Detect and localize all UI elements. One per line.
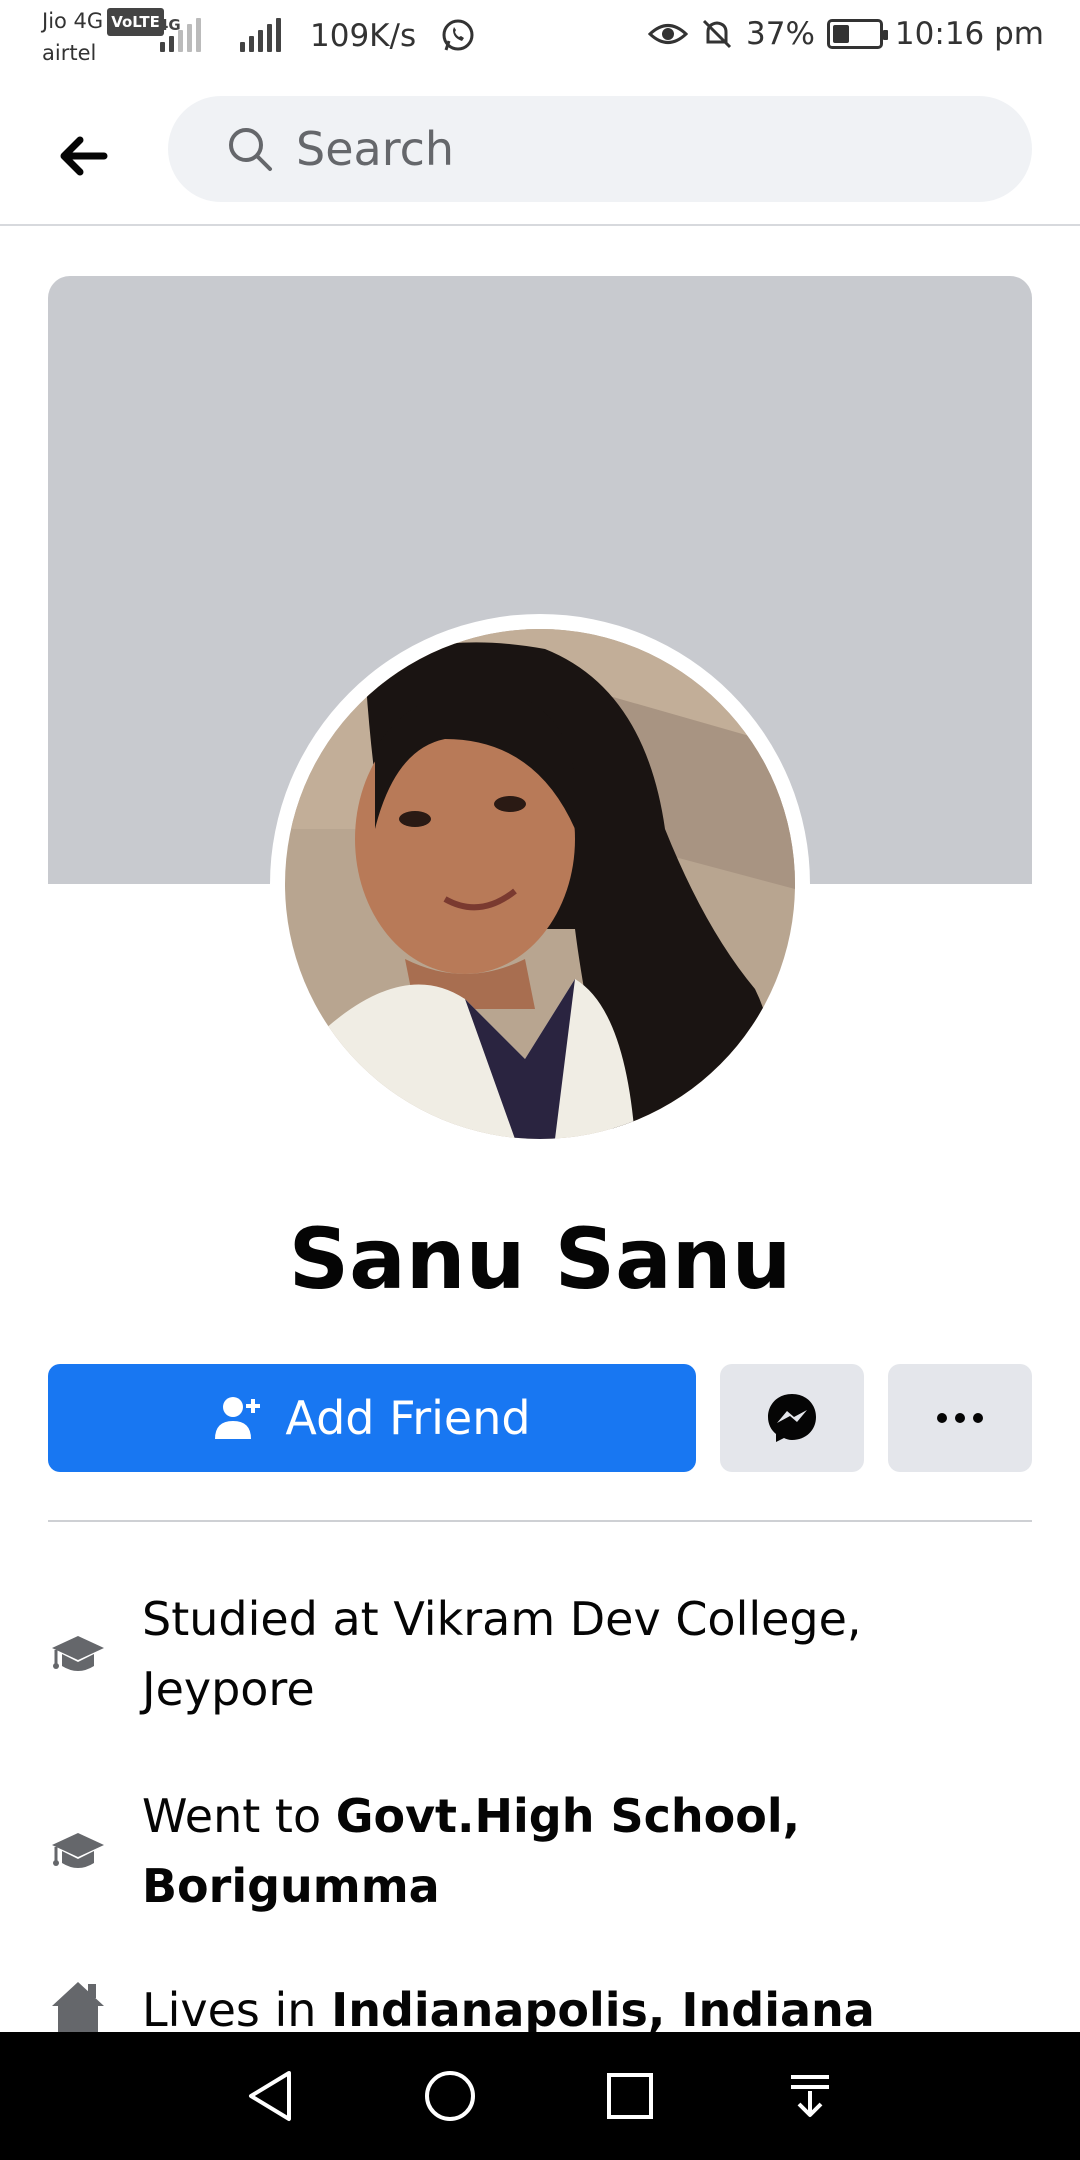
- system-navigation-bar: [0, 2032, 1080, 2160]
- lives-in-place[interactable]: Indianapolis, Indiana: [331, 1983, 875, 2032]
- nav-home-button[interactable]: [420, 2066, 480, 2126]
- more-dots-icon: [937, 1413, 983, 1423]
- profile-photo-image: [285, 629, 795, 1139]
- graduation-cap-icon: [52, 1833, 104, 1868]
- profile-picture[interactable]: [285, 629, 795, 1139]
- carrier-top: Jio 4G: [42, 9, 104, 33]
- circle-home-icon: [425, 2071, 475, 2121]
- battery-percent: 37%: [746, 16, 815, 52]
- signal-icon-sim2: [240, 18, 281, 52]
- profile-screen: Jio 4G VoLTE airtel 4G 109K/s 37% 10:16 …: [0, 0, 1080, 2160]
- messenger-icon: [768, 1394, 816, 1442]
- more-options-button[interactable]: [888, 1364, 1032, 1472]
- status-bar: Jio 4G VoLTE airtel 4G 109K/s 37% 10:16 …: [0, 0, 1080, 84]
- lives-in-text: Lives in Indianapolis, Indiana: [142, 1976, 875, 2032]
- nav-recents-button[interactable]: [600, 2066, 660, 2126]
- network-speed: 109K/s: [310, 18, 417, 54]
- home-icon: [52, 1982, 104, 2032]
- eye-icon: [648, 24, 689, 44]
- pull-down-icon: [791, 2075, 829, 2117]
- info-row-studied: Studied at Vikram Dev College, Jeypore: [48, 1584, 1032, 1724]
- messenger-button[interactable]: [720, 1364, 864, 1472]
- back-arrow-icon[interactable]: [52, 126, 112, 186]
- profile-name: Sanu Sanu: [288, 1210, 792, 1308]
- lives-in-prefix: Lives in: [142, 1983, 332, 2032]
- section-divider: [48, 1520, 1032, 1522]
- status-right: 37% 10:16 pm: [648, 16, 1044, 52]
- search-bar[interactable]: [168, 96, 1032, 202]
- search-icon: [229, 128, 272, 171]
- clock: 10:16 pm: [894, 16, 1044, 52]
- whatsapp-icon: [442, 19, 474, 51]
- graduation-cap-icon: [52, 1636, 104, 1671]
- carrier-info: Jio 4G VoLTE airtel: [42, 8, 164, 66]
- add-friend-label: Add Friend: [285, 1391, 531, 1445]
- battery-icon: [826, 19, 888, 49]
- square-recents-icon: [607, 2073, 653, 2119]
- add-person-icon: [215, 1397, 261, 1439]
- signal-icon-sim1: [160, 18, 201, 52]
- add-friend-button[interactable]: Add Friend: [48, 1364, 696, 1472]
- info-row-went-to: Went to Govt.High School, Borigumma: [48, 1781, 1032, 1921]
- triangle-back-icon: [249, 2071, 291, 2121]
- went-to-prefix: Went to: [142, 1789, 336, 1843]
- bell-muted-icon: [702, 19, 732, 49]
- studied-at-text: Studied at Vikram Dev College, Jeypore: [142, 1592, 862, 1716]
- went-to-text: Went to Govt.High School, Borigumma: [142, 1781, 1032, 1921]
- nav-back-button[interactable]: [240, 2066, 300, 2126]
- volte-badge: VoLTE: [107, 8, 164, 36]
- nav-notification-button[interactable]: [780, 2066, 840, 2126]
- carrier-bottom: airtel: [42, 41, 97, 65]
- search-input[interactable]: [296, 122, 936, 176]
- info-row-lives-in: Lives in Indianapolis, Indiana: [48, 1976, 1032, 2032]
- top-app-bar: [0, 84, 1080, 226]
